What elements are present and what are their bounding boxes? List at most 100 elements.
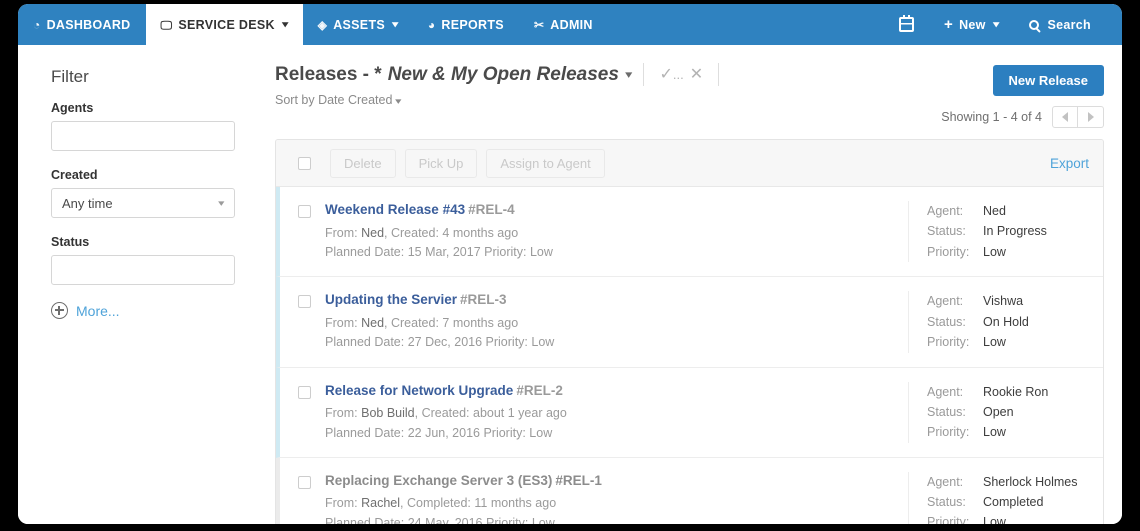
search-button[interactable]: Search [1016, 18, 1105, 32]
title-row: Releases - * New & My Open Releases ▾ ✓.… [275, 63, 941, 86]
release-status-value: On Hold [983, 314, 1029, 329]
release-status-label: Status: [927, 404, 966, 419]
chevron-right-icon [1087, 112, 1094, 122]
release-status-line: Status: Completed [927, 492, 1087, 512]
chevron-down-icon[interactable]: ▾ [625, 68, 632, 81]
sort-selector[interactable]: Sort by Date Created ▾ [275, 93, 402, 107]
row-checkbox[interactable] [298, 475, 311, 489]
release-agent-label: Agent: [927, 474, 964, 489]
release-agent-value: Rookie Ron [983, 384, 1049, 399]
release-status-label: Status: [927, 224, 966, 239]
assign-to-agent-button[interactable]: Assign to Agent [486, 148, 605, 178]
page-title: Releases - * [275, 63, 382, 85]
row-checkbox[interactable] [298, 205, 311, 218]
search-label: Search [1047, 17, 1091, 32]
release-title-link[interactable]: Weekend Release #43 [325, 202, 465, 217]
chevron-down-icon: ▾ [392, 19, 399, 29]
status-input[interactable] [51, 255, 235, 285]
created-select-value: Any time [62, 195, 113, 211]
release-origin: From: Bob Build, Created: about 1 year a… [325, 404, 908, 423]
filter-title: Filter [51, 67, 89, 86]
content-header: Releases - * New & My Open Releases ▾ ✓.… [275, 63, 1104, 128]
new-release-button[interactable]: New Release [992, 65, 1104, 96]
release-origin: From: Rachel, Completed: 11 months ago [325, 494, 908, 513]
chevron-down-icon: ▾ [395, 96, 402, 106]
nav-utilities: + New ▾ Search [886, 4, 1122, 45]
releases-panel: Delete Pick Up Assign to Agent Export We… [275, 139, 1104, 524]
release-row[interactable]: Weekend Release #43 #REL-4 From: Ned, Crea… [276, 187, 1103, 278]
new-menu-label: New [959, 17, 986, 32]
release-planned-date: Planned Date: 15 Mar, 2017 Priority: Low [325, 244, 553, 259]
release-agent-label: Agent: [927, 294, 964, 309]
release-status-value: Open [983, 404, 1014, 419]
release-priority-value: Low [983, 334, 1006, 349]
release-priority-value: Low [983, 515, 1006, 524]
close-view-icon[interactable]: ✕ [687, 66, 706, 83]
chevron-left-icon [1062, 112, 1068, 122]
previous-page-button[interactable] [1052, 106, 1078, 128]
release-title-link: Replacing Exchange Server 3 (ES3) [325, 472, 553, 488]
created-select[interactable]: Any time ▾ [51, 188, 235, 218]
from-prefix: From: [325, 496, 362, 511]
chevron-down-icon: ▾ [281, 19, 289, 29]
save-view-icon[interactable]: ✓... [656, 66, 686, 83]
header-left: Releases - * New & My Open Releases ▾ ✓.… [275, 63, 941, 109]
release-title-link[interactable]: Release for Network Upgrade [325, 383, 513, 398]
release-title-row: Replacing Exchange Server 3 (ES3) #REL-1 [325, 472, 908, 490]
release-planned-date: Planned Date: 24 May, 2016 Priority: Low [325, 515, 555, 524]
releases-list: Weekend Release #43 #REL-4 From: Ned, Crea… [276, 186, 1103, 524]
release-priority-value: Low [983, 425, 1006, 440]
release-agent-line: Agent: Sherlock Holmes [927, 472, 1087, 492]
release-meta: Agent: Sherlock Holmes Status: Completed Pri… [908, 471, 1103, 524]
release-priority-label: Priority: [927, 244, 970, 259]
cube-icon: ◈ [317, 17, 328, 32]
release-meta: Agent: Rookie Ron Status: Open Priority: Low [908, 381, 1103, 443]
release-agent-value: Sherlock Holmes [983, 474, 1078, 489]
release-row[interactable]: Replacing Exchange Server 3 (ES3) #REL-1 F… [276, 457, 1103, 524]
release-planned-date: Planned Date: 27 Dec, 2016 Priority: Low [325, 335, 555, 350]
more-filters-button[interactable]: More... [51, 302, 235, 319]
requester-name: Ned [361, 315, 385, 330]
nav-item-assets[interactable]: ◈ ASSETS ▾ [303, 4, 413, 45]
export-link[interactable]: Export [1050, 156, 1089, 171]
nav-item-service-desk[interactable]: 🖵 SERVICE DESK ▾ [145, 4, 303, 45]
tools-icon: ✂ [533, 17, 545, 32]
release-status-value: In Progress [983, 224, 1047, 239]
release-priority-line: Priority: Low [927, 512, 1087, 524]
nav-item-reports[interactable]: ◕ REPORTS [413, 4, 519, 45]
release-origin: From: Ned, Created: 4 months ago [325, 224, 908, 243]
release-row[interactable]: Updating the Servier #REL-3 From: Ned, Cre… [276, 277, 1103, 368]
next-page-button[interactable] [1078, 106, 1104, 128]
nav-item-label: DASHBOARD [46, 17, 131, 32]
release-agent-value: Ned [983, 204, 1006, 218]
from-prefix: From: [325, 315, 362, 330]
list-toolbar: Delete Pick Up Assign to Agent Export [276, 140, 1103, 186]
release-meta: Agent: Ned Status: In Progress Priority: Low [908, 201, 1103, 263]
release-reference-id: #REL-4 [468, 202, 515, 217]
nav-item-admin[interactable]: ✂ ADMIN [519, 4, 608, 45]
nav-item-dashboard[interactable]: ◔ DASHBOARD [18, 4, 146, 45]
nav-item-label: REPORTS [441, 17, 504, 32]
created-text: , Completed: 11 months ago [400, 496, 557, 511]
release-summary: Release for Network Upgrade #REL-2 From: B… [311, 382, 908, 443]
new-menu-button[interactable]: + New ▾ [931, 17, 1012, 32]
release-summary: Weekend Release #43 #REL-4 From: Ned, Crea… [311, 201, 908, 262]
created-text: , Created: 4 months ago [384, 225, 519, 240]
row-checkbox[interactable] [298, 385, 311, 399]
sort-label: Sort by Date Created [275, 93, 393, 107]
delete-button[interactable]: Delete [330, 148, 396, 178]
monitor-icon: 🖵 [160, 17, 173, 32]
pie-chart-icon: ◕ [427, 17, 436, 32]
row-checkbox[interactable] [298, 295, 311, 309]
release-row[interactable]: Release for Network Upgrade #REL-2 From: B… [276, 367, 1103, 458]
agents-input[interactable] [51, 121, 235, 151]
pagination-row: Showing 1 - 4 of 4 [941, 106, 1104, 128]
pick-up-button[interactable]: Pick Up [404, 148, 478, 178]
pager [1052, 106, 1104, 128]
release-summary: Replacing Exchange Server 3 (ES3) #REL-1 F… [311, 472, 908, 524]
release-title-row: Weekend Release #43 #REL-4 [325, 201, 908, 219]
select-all-checkbox[interactable] [298, 156, 311, 170]
calendar-button[interactable] [886, 15, 927, 32]
requester-name: Ned [361, 225, 385, 240]
release-title-link[interactable]: Updating the Servier [325, 292, 457, 307]
